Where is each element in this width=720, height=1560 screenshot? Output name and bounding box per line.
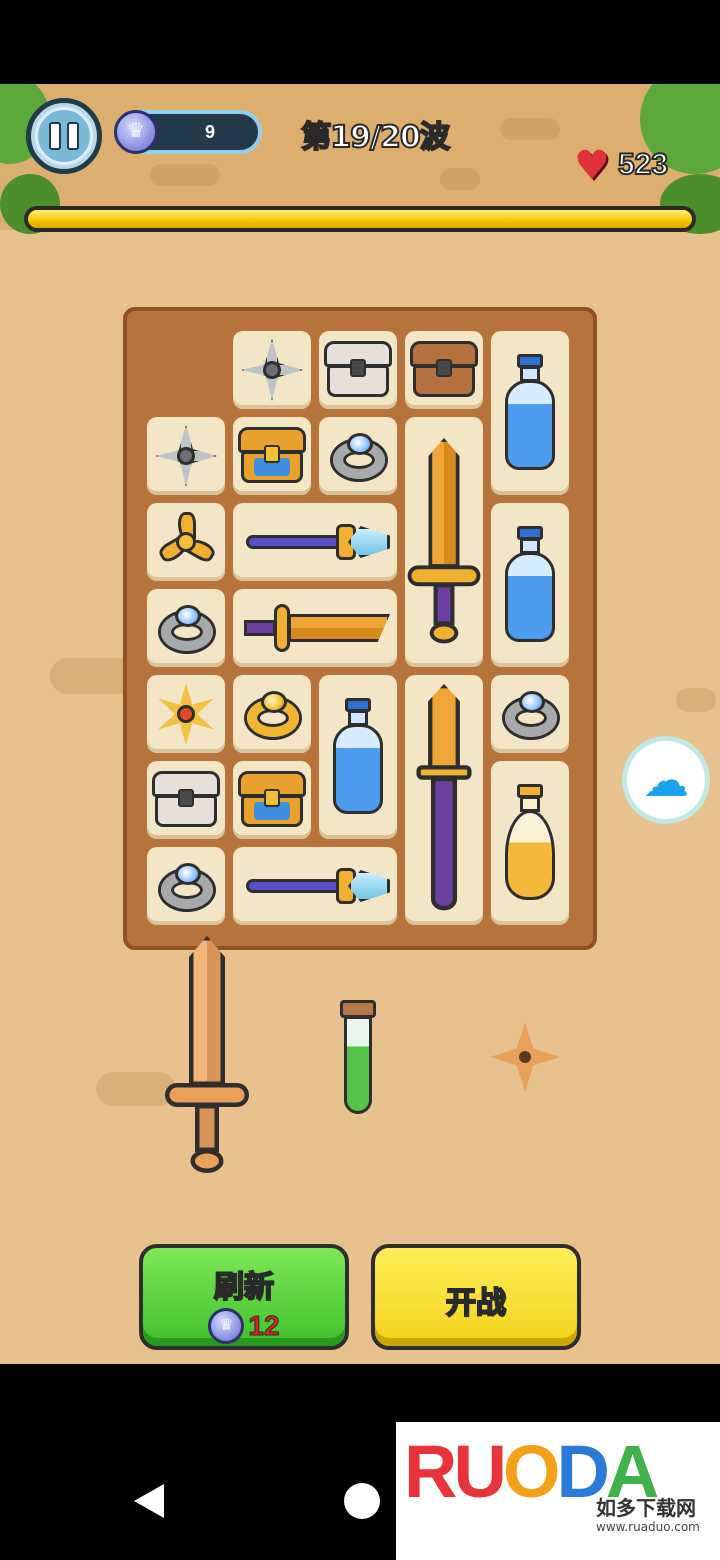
golden-chest-icon	[238, 427, 306, 485]
board-tile-chest[interactable]	[233, 417, 311, 495]
white-chest-icon	[324, 341, 392, 399]
board-tile-ring[interactable]	[319, 417, 397, 495]
board-tile-potion[interactable]	[491, 331, 569, 495]
pause-icon	[35, 107, 93, 165]
white-chest-icon	[152, 771, 220, 829]
board-tile-chest[interactable]	[147, 761, 225, 839]
wooden-chest-icon	[410, 341, 478, 399]
start-battle-button[interactable]: 开战	[371, 1244, 581, 1350]
top-hud: 9 第19/20波 ♥ 523	[0, 84, 720, 234]
ground-patch	[676, 688, 716, 712]
blue-potion-icon	[505, 526, 555, 644]
crystal-staff-icon	[240, 864, 390, 908]
watermark-chinese-name: 如多下载网	[596, 1496, 696, 1520]
board-tile-katana[interactable]	[405, 675, 483, 925]
site-watermark: RUODA 如多下载网 www.ruaduo.com	[396, 1422, 720, 1560]
ring-icon	[501, 689, 559, 739]
refresh-button[interactable]: 刷新 12	[139, 1244, 349, 1350]
ring-icon	[329, 431, 387, 481]
gem-icon	[114, 110, 158, 154]
shuriken-icon	[155, 425, 217, 487]
wave-progress-bar	[24, 206, 696, 232]
board-tile-ring[interactable]	[233, 675, 311, 753]
board-tile-star[interactable]	[147, 675, 225, 753]
pending-item-sword[interactable]	[162, 936, 249, 1173]
katana-icon	[411, 684, 478, 916]
board-tile-star[interactable]	[147, 503, 225, 581]
board-tile-dagger[interactable]	[233, 589, 397, 667]
game-screen: 9 第19/20波 ♥ 523	[0, 84, 720, 1364]
start-battle-label: 开战	[445, 1285, 507, 1322]
wave-indicator: 第19/20波	[300, 119, 450, 156]
shuriken-icon	[241, 339, 303, 401]
health-points: 523	[617, 147, 669, 182]
ground-patch	[440, 168, 480, 190]
fan-star-icon	[156, 512, 218, 572]
back-icon[interactable]	[134, 1484, 164, 1518]
bronze-sword-icon	[162, 936, 252, 1176]
inventory-board	[123, 307, 597, 950]
bronze-shuriken-icon	[490, 1022, 560, 1092]
golden-chest-icon	[238, 771, 306, 829]
board-tile-ring[interactable]	[147, 589, 225, 667]
refresh-label: 刷新	[213, 1269, 275, 1306]
ring-icon	[157, 603, 215, 653]
board-tile-potion[interactable]	[319, 675, 397, 839]
crystal-staff-icon	[240, 520, 390, 564]
gem-icon	[208, 1308, 245, 1344]
board-tile-ring[interactable]	[147, 847, 225, 925]
blue-potion-icon	[505, 354, 555, 472]
heart-icon: ♥	[574, 143, 610, 189]
board-tile-sword[interactable]	[405, 417, 483, 667]
board-tile-shuriken[interactable]	[233, 331, 311, 409]
refresh-cost-value: 12	[248, 1310, 280, 1342]
pending-item-shuriken[interactable]	[490, 1022, 560, 1092]
board-tile-potion[interactable]	[491, 761, 569, 925]
pause-button[interactable]	[26, 98, 102, 174]
wave-progress-fill	[28, 210, 692, 228]
board-tile-ring[interactable]	[491, 675, 569, 753]
ground-patch	[150, 164, 220, 186]
refresh-cost: 12	[143, 1308, 345, 1344]
star-shuriken-icon	[155, 683, 217, 745]
ring-icon	[157, 861, 215, 911]
board-tile-shuriken[interactable]	[147, 417, 225, 495]
board-tile-staff[interactable]	[233, 847, 397, 925]
green-potion-icon	[336, 1000, 380, 1116]
pending-item-potion[interactable]	[336, 1000, 380, 1116]
golden-sword-icon	[405, 438, 483, 646]
blue-potion-icon	[333, 698, 383, 816]
orange-potion-icon	[505, 784, 555, 902]
board-tile-chest[interactable]	[233, 761, 311, 839]
cloud-button[interactable]: ☁	[622, 736, 710, 824]
board-tile-potion[interactable]	[491, 503, 569, 667]
gem-count: 9	[204, 122, 215, 142]
board-tile-chest[interactable]	[319, 331, 397, 409]
watermark-url: www.ruaduo.com	[596, 1520, 700, 1534]
cloud-icon: ☁	[643, 753, 689, 807]
dagger-icon	[238, 602, 392, 654]
ground-patch	[500, 118, 560, 140]
gold-ring-icon	[243, 689, 301, 739]
board-tile-chest[interactable]	[405, 331, 483, 409]
board-tile-staff[interactable]	[233, 503, 397, 581]
home-icon[interactable]	[344, 1483, 380, 1519]
